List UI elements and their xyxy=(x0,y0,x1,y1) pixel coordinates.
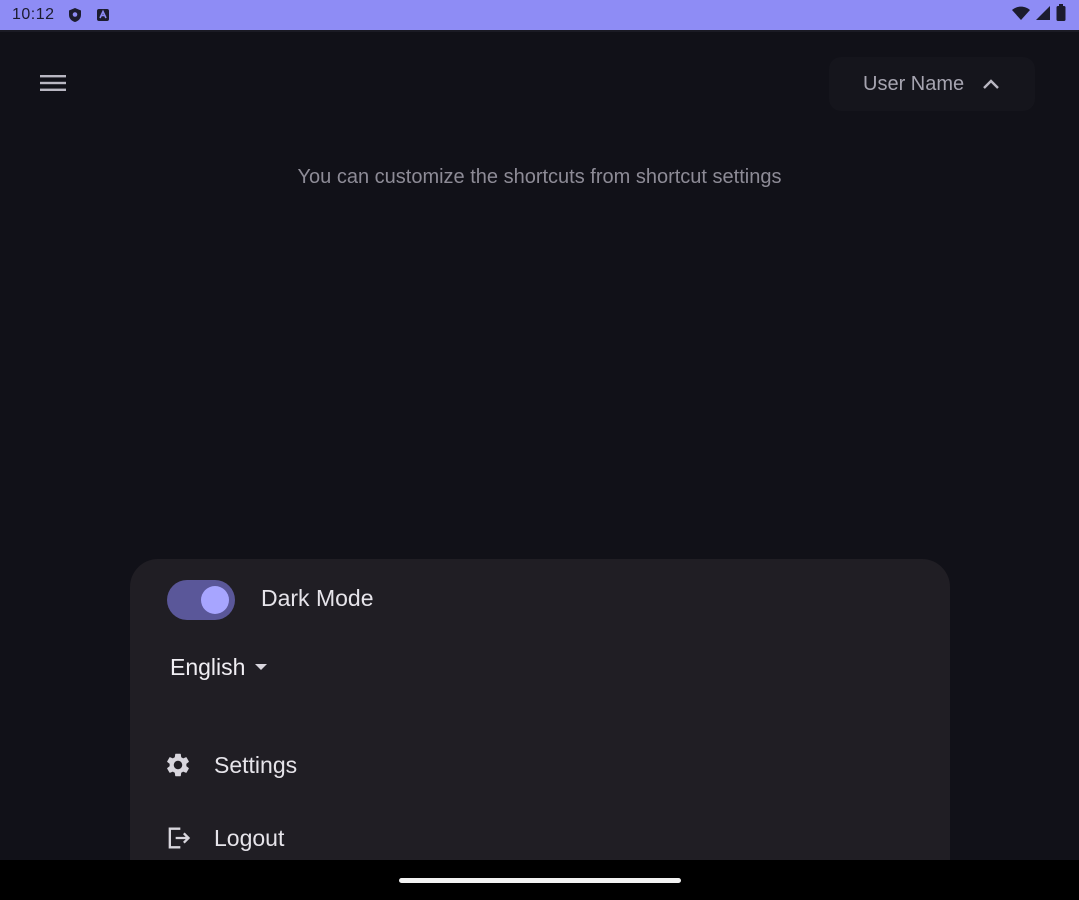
status-bar: 10:12 xyxy=(0,0,1079,32)
app-notification-icon xyxy=(95,7,111,23)
app-screen: User Name You can customize the shortcut… xyxy=(0,32,1079,860)
logout-menu-item[interactable]: Logout xyxy=(162,818,562,858)
logout-icon xyxy=(162,822,194,854)
settings-label: Settings xyxy=(214,751,298,778)
battery-icon xyxy=(1055,3,1067,27)
logout-label: Logout xyxy=(214,824,285,851)
navigation-bar xyxy=(0,860,1079,900)
shield-icon xyxy=(67,7,83,23)
user-menu-button[interactable]: User Name xyxy=(829,57,1035,111)
language-value: English xyxy=(170,653,246,680)
language-select[interactable]: English xyxy=(170,651,268,683)
toggle-knob xyxy=(201,586,229,614)
chevron-up-icon xyxy=(982,78,1000,90)
dark-mode-toggle[interactable] xyxy=(167,580,235,620)
shortcuts-hint: You can customize the shortcuts from sho… xyxy=(297,166,782,188)
user-name: User Name xyxy=(863,72,965,95)
dark-mode-label: Dark Mode xyxy=(261,585,374,611)
wifi-icon xyxy=(1011,5,1031,26)
settings-menu-item[interactable]: Settings xyxy=(162,745,562,785)
dropdown-arrow-icon xyxy=(255,664,268,670)
menu-button[interactable] xyxy=(28,68,78,102)
home-gesture-handle[interactable] xyxy=(399,878,681,883)
cell-signal-icon xyxy=(1035,5,1051,26)
gear-icon xyxy=(162,749,194,781)
user-menu-panel: Dark Mode English Settings Logout xyxy=(130,559,950,860)
status-time: 10:12 xyxy=(12,6,55,23)
hamburger-menu-icon xyxy=(40,73,66,98)
